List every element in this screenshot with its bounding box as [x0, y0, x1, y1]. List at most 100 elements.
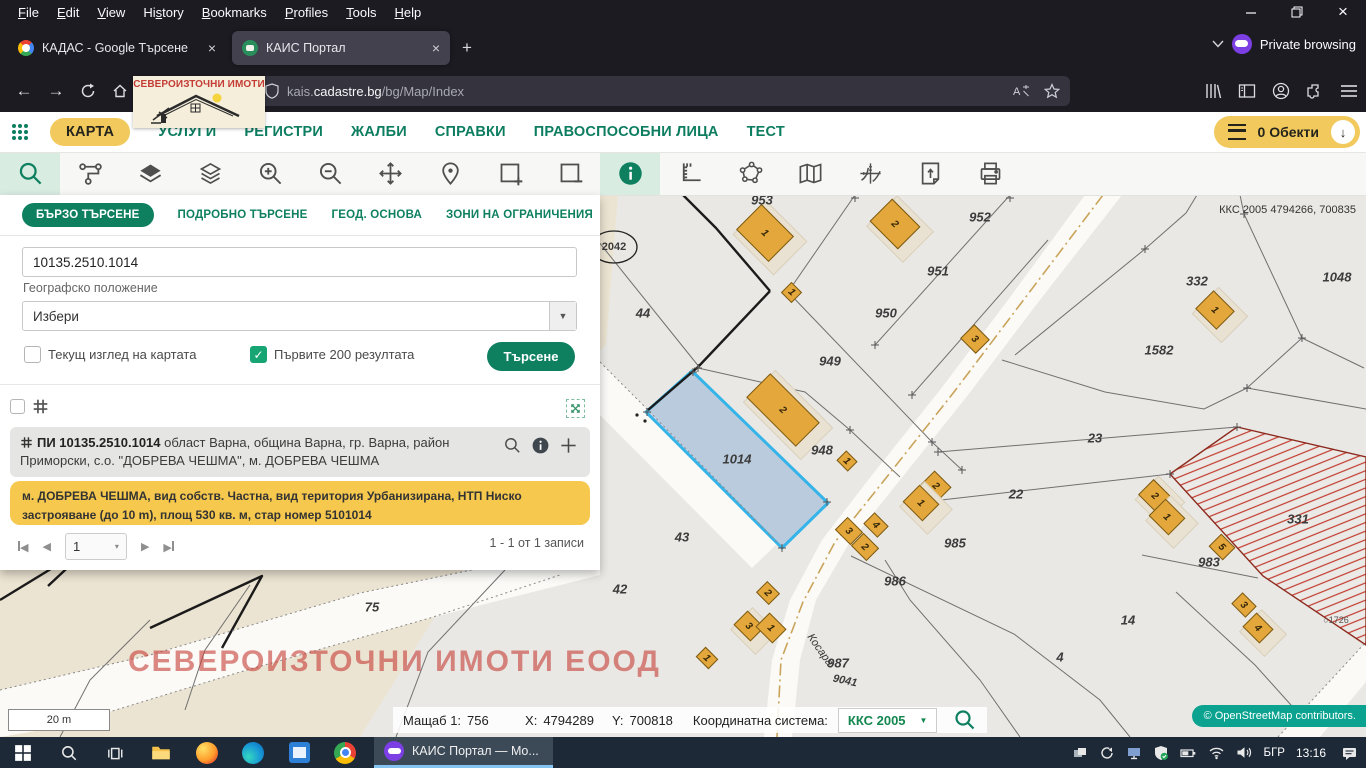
menu-profiles[interactable]: Profiles	[277, 3, 336, 22]
menu-history[interactable]: History	[135, 3, 191, 22]
nav-правоспособни лица[interactable]: ПРАВОСПОСОБНИ ЛИЦА	[534, 124, 719, 140]
photos-icon[interactable]	[287, 741, 311, 765]
menu-view[interactable]: View	[89, 3, 133, 22]
shield-icon[interactable]	[265, 83, 279, 99]
building[interactable]: 2	[756, 581, 780, 605]
home-button[interactable]	[104, 76, 136, 106]
objects-pill-button[interactable]: 0 Обекти ↓	[1214, 116, 1360, 148]
task-view-icon[interactable]	[103, 741, 127, 765]
result-add-icon[interactable]	[559, 436, 578, 455]
url-bar[interactable]: kais.cadastre.bg/bg/Map/Index A	[255, 76, 1070, 106]
tool-rect-subtract[interactable]	[540, 152, 600, 195]
building[interactable]: 3	[1231, 592, 1256, 617]
search-button[interactable]: Търсене	[487, 342, 575, 371]
panel-tab[interactable]: ПОДРОБНО ТЪРСЕНЕ	[178, 209, 308, 221]
edge-icon[interactable]	[241, 741, 265, 765]
chevron-down-icon[interactable]: ▼	[549, 302, 576, 330]
apps-grid-icon[interactable]	[12, 124, 28, 140]
tab-close-icon[interactable]: ×	[432, 40, 440, 56]
menu-file[interactable]: File	[10, 3, 47, 22]
extensions-icon[interactable]	[1306, 82, 1324, 100]
tool-layers-outline[interactable]	[180, 152, 240, 195]
new-tab-button[interactable]: +	[462, 38, 472, 58]
tool-measure[interactable]	[660, 152, 720, 195]
search-input[interactable]	[22, 247, 577, 277]
clock[interactable]: 13:16	[1296, 746, 1326, 760]
forward-button[interactable]: →	[40, 76, 72, 106]
tab-close-icon[interactable]: ×	[208, 40, 216, 56]
page-select[interactable]: 1▾	[65, 533, 127, 560]
building[interactable]: 1	[696, 647, 719, 670]
tray-update-icon[interactable]	[1099, 745, 1115, 761]
tool-zoom-out[interactable]	[300, 152, 360, 195]
tray-battery-icon[interactable]	[1180, 745, 1197, 761]
tool-location-pin[interactable]	[420, 152, 480, 195]
expand-results-icon[interactable]	[566, 399, 585, 418]
bookmark-star-icon[interactable]	[1044, 83, 1060, 99]
tray-volume-icon[interactable]	[1236, 745, 1253, 760]
menu-hamburger-icon[interactable]	[1340, 84, 1358, 98]
building[interactable]: 1	[836, 450, 857, 471]
taskbar-search-icon[interactable]	[57, 741, 81, 765]
tab-google-search[interactable]: КАДАС - Google Търсене ×	[8, 31, 226, 65]
tray-security-icon[interactable]	[1153, 745, 1169, 761]
menu-bookmarks[interactable]: Bookmarks	[194, 3, 275, 22]
result-info-icon[interactable]	[531, 436, 550, 455]
osm-attribution[interactable]: © OpenStreetMap contributors.	[1192, 705, 1366, 727]
tool-pan[interactable]	[360, 152, 420, 195]
tool-rect-add[interactable]	[480, 152, 540, 195]
language-indicator[interactable]: БГР	[1264, 747, 1285, 759]
page-last-button[interactable]: ▶	[163, 538, 173, 556]
tool-map-sheets[interactable]	[780, 152, 840, 195]
action-center-icon[interactable]	[1341, 745, 1358, 761]
sidebar-icon[interactable]	[1238, 82, 1256, 100]
tool-export[interactable]	[900, 152, 960, 195]
checkbox-first-200[interactable]: ✓	[250, 346, 267, 363]
minimize-button[interactable]	[1228, 0, 1274, 24]
restore-button[interactable]	[1274, 0, 1320, 24]
result-row[interactable]: ПИ 10135.2510.1014 област Варна, община …	[10, 427, 590, 477]
panel-tab[interactable]: ГЕОД. ОСНОВА	[332, 209, 423, 221]
tool-info[interactable]	[600, 152, 660, 195]
start-button[interactable]	[11, 741, 35, 765]
active-task-kais-portal[interactable]: КАИС Портал — Mo...	[374, 737, 553, 768]
panel-tab[interactable]: ЗОНИ НА ОГРАНИЧЕНИЯ	[446, 209, 593, 221]
tool-measure-area[interactable]	[720, 152, 780, 195]
menu-edit[interactable]: Edit	[49, 3, 87, 22]
objects-download-icon[interactable]: ↓	[1331, 120, 1355, 144]
tray-windows-icon[interactable]	[1072, 745, 1088, 761]
page-next-button[interactable]: ▶	[141, 540, 149, 553]
crs-select[interactable]: ККС 2005▼	[838, 708, 938, 733]
select-all-checkbox[interactable]	[10, 399, 25, 414]
close-button[interactable]: ×	[1320, 0, 1366, 24]
page-prev-button[interactable]: ◀	[42, 540, 50, 553]
chevron-down-icon[interactable]	[1212, 40, 1224, 48]
back-button[interactable]: ←	[8, 76, 40, 106]
building[interactable]: 3	[960, 324, 990, 354]
translate-icon[interactable]: A	[1013, 84, 1030, 99]
building[interactable]: 1	[780, 281, 801, 302]
tool-print[interactable]	[960, 152, 1020, 195]
result-zoom-icon[interactable]	[503, 436, 522, 455]
tray-display-icon[interactable]	[1126, 745, 1142, 761]
account-icon[interactable]	[1272, 82, 1290, 100]
nav-жалби[interactable]: ЖАЛБИ	[351, 124, 407, 140]
file-explorer-icon[interactable]	[149, 741, 173, 765]
tool-coordinates[interactable]	[840, 152, 900, 195]
building[interactable]: 4	[863, 512, 888, 537]
reload-button[interactable]	[72, 76, 104, 106]
checkbox-current-view[interactable]	[24, 346, 41, 363]
nav-карта[interactable]: КАРТА	[50, 118, 130, 146]
panel-tab[interactable]: БЪРЗО ТЪРСЕНЕ	[22, 203, 154, 227]
menu-tools[interactable]: Tools	[338, 3, 384, 22]
menu-help[interactable]: Help	[387, 3, 430, 22]
tool-layers-filled[interactable]	[120, 152, 180, 195]
map-search-icon[interactable]	[953, 708, 977, 732]
tool-zoom-in[interactable]	[240, 152, 300, 195]
library-icon[interactable]	[1204, 82, 1222, 100]
page-first-button[interactable]: ◀	[18, 538, 28, 556]
tray-wifi-icon[interactable]	[1208, 745, 1225, 760]
tool-workflow[interactable]	[60, 152, 120, 195]
nav-тест[interactable]: ТЕСТ	[747, 124, 785, 140]
tab-kais-portal[interactable]: КАИС Портал ×	[232, 31, 450, 65]
